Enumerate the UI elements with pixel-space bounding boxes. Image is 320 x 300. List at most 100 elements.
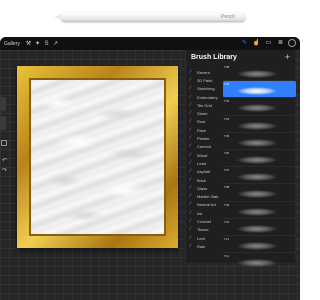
brush-item[interactable]: T12	[223, 253, 296, 271]
brush-set-label: Marble Slab	[197, 194, 219, 200]
brush-item[interactable]: T10	[223, 219, 296, 236]
brush-name: T07	[224, 168, 230, 173]
brush-stroke-preview	[237, 70, 277, 78]
brush-item[interactable]: T02	[223, 81, 296, 99]
brush-set-label: Leaf	[197, 235, 205, 241]
brush-set-icon: ∕	[190, 135, 191, 142]
brush-set-icon: ∕	[190, 101, 191, 108]
gallery-button[interactable]: Gallery	[0, 41, 24, 47]
selection-icon[interactable]: S	[42, 41, 51, 47]
pencil-tip	[54, 14, 62, 20]
brush-stroke-preview	[237, 104, 277, 113]
brush-set-icon: ∕	[190, 176, 191, 183]
brush-icon[interactable]: ✎	[240, 39, 249, 47]
brush-name: T05	[224, 133, 230, 138]
undo-icon[interactable]: ↶	[2, 157, 7, 164]
brush-set-item[interactable]: ∕ Rust	[186, 118, 222, 126]
brush-name: T02	[224, 82, 230, 87]
brush-size-slider[interactable]	[0, 97, 6, 111]
brush-item[interactable]: T04	[223, 116, 296, 133]
brush-set-label: Plaster	[197, 136, 210, 142]
brush-set-item[interactable]: ∕ Glass	[186, 184, 222, 192]
brush-opacity-slider[interactable]	[0, 116, 6, 130]
brush-item[interactable]: T11	[223, 236, 296, 254]
brush-set-item[interactable]: ∕ Sketching	[186, 85, 222, 93]
brush-set-icon: ∕	[190, 184, 191, 191]
brush-set-item[interactable]: ∕ Ink	[186, 209, 222, 217]
brush-item[interactable]: T06	[223, 150, 296, 168]
brush-set-item[interactable]: ∕ Neutral Art	[186, 201, 222, 209]
brush-library-title: Brush Library	[191, 54, 237, 61]
magic-wand-icon[interactable]: ✦	[33, 40, 42, 47]
brush-item[interactable]: T07	[223, 167, 296, 185]
modify-button[interactable]	[1, 140, 7, 146]
brush-item[interactable]: T08	[223, 64, 296, 82]
brush-set-item[interactable]: ∕ 3D Paint	[186, 76, 222, 84]
brush-set-icon: ∕	[190, 68, 191, 75]
brush-set-label: Rain	[197, 243, 206, 249]
pencil-brand-label: Pencil	[221, 14, 235, 20]
brush-set-item[interactable]: ∕ Stone	[186, 109, 222, 117]
brush-set-item[interactable]: ∕ Rain	[186, 242, 222, 250]
wrench-icon[interactable]: ⚒	[24, 40, 33, 47]
brush-set-icon: ∕	[190, 151, 191, 158]
brush-item[interactable]: T03	[223, 98, 296, 116]
eraser-icon[interactable]: ▭	[264, 39, 273, 47]
brush-set-item[interactable]: ∕ Leaf	[186, 234, 222, 242]
brush-set-label: Ink	[197, 210, 203, 216]
brush-name: T10	[224, 219, 230, 224]
brush-list: T08 T02 T03 T04 T05 T06 T07 T08 T09 T10 T11 T12	[223, 64, 296, 271]
brush-set-icon: ∕	[190, 226, 191, 233]
brush-set-label: Glass	[197, 185, 208, 191]
brush-set-label: Sketching	[197, 86, 215, 92]
brush-set-item[interactable]: ∕ Tissue	[186, 226, 222, 234]
brush-set-icon: ∕	[190, 126, 191, 133]
brush-stroke-preview	[237, 173, 277, 182]
brush-stroke-preview	[237, 259, 277, 268]
brush-set-item[interactable]: ∕ Marble Slab	[186, 192, 222, 200]
brush-stroke-preview	[237, 224, 277, 233]
brush-set-label: Wood	[197, 152, 208, 158]
brush-set-label: Flare	[197, 127, 207, 133]
brush-set-item[interactable]: ∕ Tile Grid	[186, 101, 222, 109]
color-swatch-icon[interactable]	[288, 39, 296, 47]
brush-set-label: Lead	[197, 160, 206, 166]
brush-set-label: Brick	[197, 177, 206, 183]
brush-set-item[interactable]: ∕ Flare	[186, 126, 222, 134]
brush-item[interactable]: T09	[223, 202, 296, 219]
brush-stroke-preview	[237, 207, 277, 216]
brush-name: T09	[224, 202, 230, 207]
brush-item[interactable]: T05	[223, 133, 296, 150]
brush-stroke-preview	[237, 241, 277, 250]
plaster-artwork	[29, 78, 166, 236]
brush-name: T06	[224, 150, 230, 155]
brush-item[interactable]: T08	[223, 184, 296, 202]
brush-set-item[interactable]: ∕ Recent	[186, 68, 222, 76]
brush-set-item[interactable]: ∕ Plaster	[186, 134, 222, 142]
brush-set-item[interactable]: ∕ Cement	[186, 143, 222, 151]
brush-set-item[interactable]: ∕ Lead	[186, 159, 222, 167]
layers-icon[interactable]: ≣	[276, 39, 285, 47]
brush-name: T08	[224, 185, 230, 190]
brush-set-label: Tile Grid	[197, 102, 212, 108]
brush-set-item[interactable]: ∕ Asphalt	[186, 168, 222, 176]
brush-set-icon: ∕	[190, 217, 191, 224]
brush-set-item[interactable]: ∕ Wood	[186, 151, 222, 159]
brush-stroke-preview	[237, 138, 277, 147]
tool-group-right: ✎ ☝ ▭ ≣	[240, 39, 296, 47]
brush-stroke-preview	[237, 87, 277, 96]
brush-set-item[interactable]: ∕ Crochet	[186, 217, 222, 225]
brush-set-item[interactable]: ∕ Brick	[186, 176, 222, 184]
brush-name: T12	[224, 254, 230, 259]
brush-set-icon: ∕	[190, 93, 191, 100]
brush-set-icon: ∕	[190, 242, 191, 249]
brush-set-item[interactable]: ∕ Embroidery	[186, 93, 222, 101]
smudge-icon[interactable]: ☝	[252, 39, 261, 47]
brush-stroke-preview	[237, 121, 277, 130]
brush-set-label: Tissue	[197, 227, 209, 233]
transform-arrow-icon[interactable]: ↗	[51, 40, 60, 47]
add-brush-set-button[interactable]: +	[285, 52, 290, 62]
brush-stroke-preview	[237, 155, 277, 164]
redo-icon[interactable]: ↷	[2, 167, 7, 174]
brush-name: T11	[224, 236, 229, 241]
